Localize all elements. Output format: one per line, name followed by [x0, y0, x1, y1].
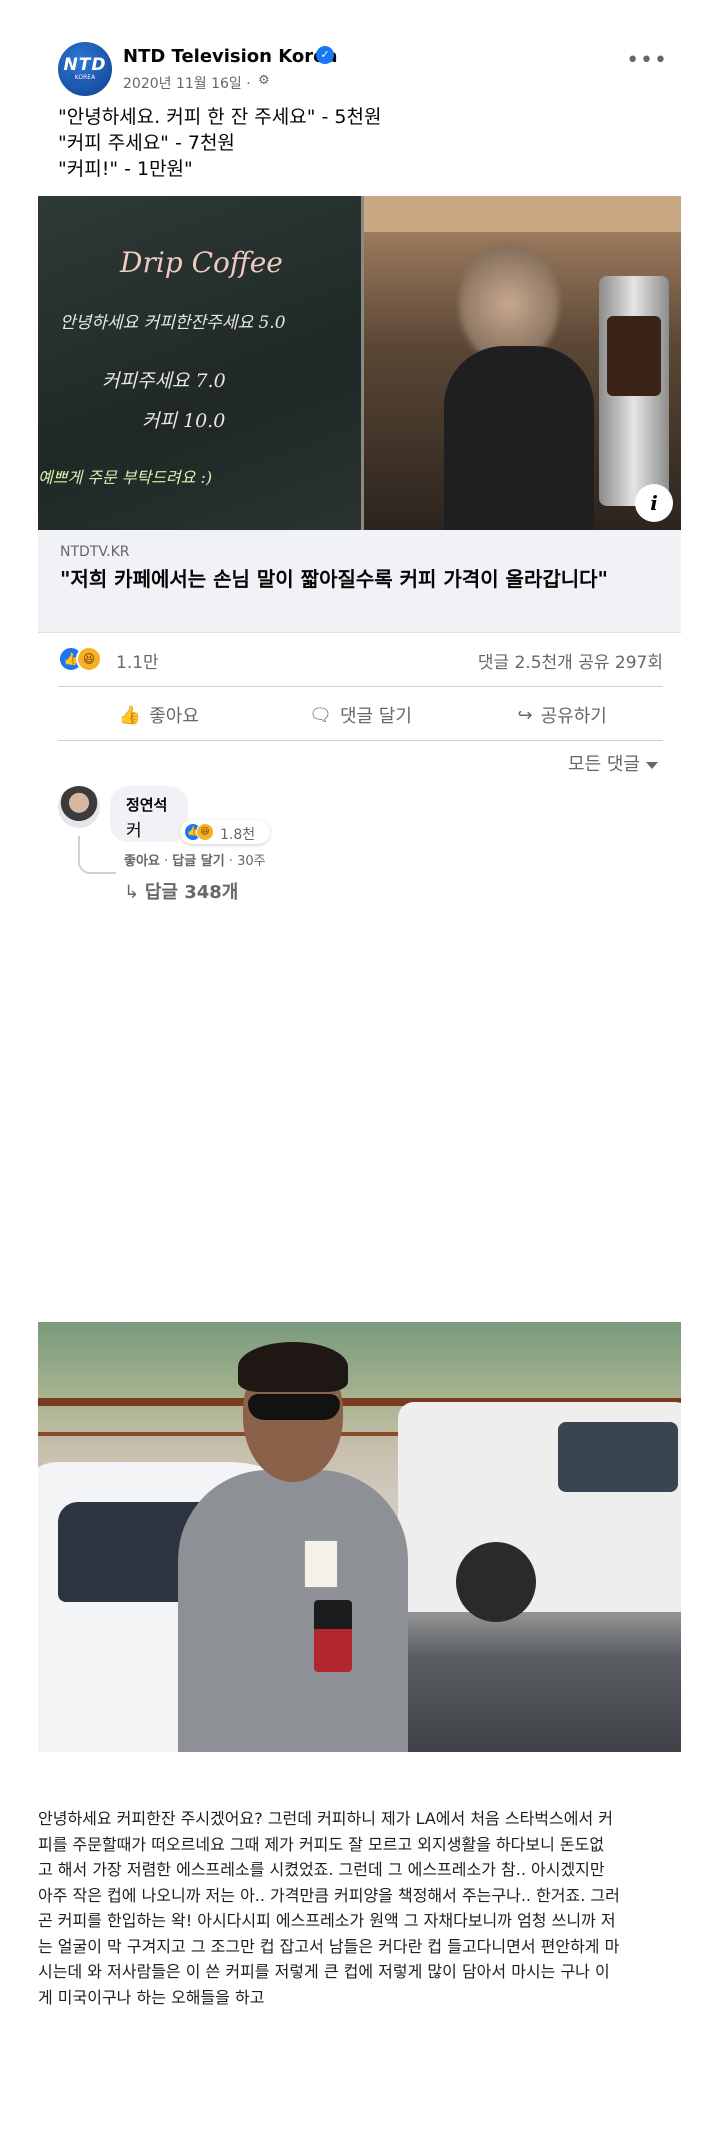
view-replies-link[interactable]: ↳ 답글 348개 — [124, 878, 238, 904]
barista-photo — [364, 196, 681, 530]
divider — [58, 686, 663, 687]
comment-author[interactable]: 정연석 — [126, 794, 167, 815]
post-header: NTD KOREA NTD Television Korea ✓ 2020년 1… — [58, 42, 668, 98]
replies-count: 답글 348개 — [144, 882, 239, 903]
post-text-line: "안녕하세요. 커피 한 잔 주세요" - 5천원 — [58, 106, 382, 128]
story-line: 게 미국이구나 하는 오해들을 하고 — [38, 1987, 265, 2007]
haha-reaction-icon: 😆 — [76, 646, 102, 672]
comment-reaction-count: 1.8천 — [220, 827, 256, 843]
post-text-line: "커피!" - 1만원" — [58, 158, 193, 180]
story-text: 안녕하세요 커피한잔 주시겠어요? 그런데 커피하니 제가 LA에서 처음 스타… — [38, 1806, 684, 2010]
reaction-count[interactable]: 1.1만 — [116, 648, 159, 673]
comments-filter-dropdown[interactable]: 모든 댓글 — [568, 750, 658, 776]
thread-line — [78, 836, 116, 874]
comment-label: 댓글 달기 — [339, 706, 412, 727]
story-line: 피를 주문할때가 떠오르네요 그때 제가 커피도 잘 모르고 외지생활을 하다보… — [38, 1834, 605, 1854]
comment-reply-link[interactable]: 답글 달기 — [172, 854, 224, 869]
truck-window — [558, 1422, 678, 1492]
post-image[interactable]: Drip Coffee 안녕하세요 커피한잔주세요 5.0 커피주세요 7.0 … — [38, 196, 681, 530]
comment-bubble-icon: 🗨 — [309, 704, 332, 726]
page-name[interactable]: NTD Television Korea — [123, 46, 338, 67]
post-text-line: "커피 주세요" - 7천원 — [58, 132, 235, 154]
comment-bubble: 정연석 커 — [110, 786, 188, 842]
story-line: 고 해서 가장 저렴한 에스프레소를 시켰었죠. 그런데 그 에스프레소가 참.… — [38, 1860, 605, 1879]
more-options-button[interactable]: ••• — [626, 48, 668, 73]
comment-time[interactable]: 30주 — [237, 854, 266, 869]
info-icon[interactable]: i — [635, 484, 673, 522]
post-date[interactable]: 2020년 11월 16일 · — [123, 73, 251, 93]
truck-wheel — [456, 1542, 536, 1622]
man-hair — [238, 1342, 348, 1392]
comments-filter-label: 모든 댓글 — [568, 754, 640, 775]
avatar-logo-text: NTD — [63, 55, 107, 75]
page-avatar[interactable]: NTD KOREA — [58, 42, 112, 96]
like-button[interactable]: 👍 좋아요 — [58, 693, 260, 737]
reply-arrow-icon: ↳ — [124, 882, 140, 903]
story-line: 아주 작은 컵에 나오니까 저는 아.. 가격만큼 커피양을 책정해서 주는구나… — [38, 1885, 620, 1905]
link-preview[interactable]: NTDTV.KR "저희 카페에서는 손님 말이 짧아질수록 커피 가격이 올라… — [38, 530, 681, 633]
chalkboard-line: 안녕하세요 커피한잔주세요 5.0 — [60, 313, 286, 333]
man-body — [178, 1470, 408, 1752]
story-line: 곤 커피를 한입하는 왁! 아시다시피 에스프레소가 원액 그 자채다보니까 엄… — [38, 1911, 616, 1930]
like-label: 좋아요 — [149, 706, 199, 727]
chalkboard-line: 예쁘게 주문 부탁드려요 :) — [38, 468, 213, 487]
thumbs-up-icon: 👍 — [118, 704, 142, 726]
coffee-cup — [314, 1600, 352, 1672]
share-label: 공유하기 — [540, 706, 607, 727]
chalkboard-line: 커피주세요 7.0 — [102, 370, 226, 392]
lanyard-badge — [304, 1540, 338, 1588]
verified-badge-icon: ✓ — [316, 46, 334, 64]
chalkboard-line: 커피 10.0 — [142, 410, 226, 432]
post-text: "안녕하세요. 커피 한 잔 주세요" - 5천원 "커피 주세요" - 7천원… — [58, 104, 381, 182]
chalkboard-menu: Drip Coffee 안녕하세요 커피한잔주세요 5.0 커피주세요 7.0 … — [38, 196, 361, 530]
commenter-avatar[interactable] — [58, 786, 100, 828]
comment-text: 커 — [126, 821, 142, 841]
avatar-logo-subtext: KOREA — [70, 74, 100, 82]
haha-reaction-icon: 😆 — [196, 823, 214, 841]
link-title[interactable]: "저희 카페에서는 손님 말이 짧아질수록 커피 가격이 올라갑니다" — [60, 566, 670, 593]
comment-like-link[interactable]: 좋아요 — [124, 854, 160, 869]
comment-reactions[interactable]: 👍 😆 1.8천 — [180, 820, 270, 844]
link-domain: NTDTV.KR — [60, 544, 130, 560]
caret-down-icon — [646, 761, 658, 769]
comment-button[interactable]: 🗨 댓글 달기 — [260, 693, 462, 737]
man-with-coffee-photo — [38, 1322, 681, 1752]
coffee-beans — [607, 316, 661, 396]
comments-shares-count[interactable]: 댓글 2.5천개 공유 297회 — [478, 648, 663, 673]
story-line: 시는데 와 저사람들은 이 쓴 커피를 저렇게 큰 컵에 저렇게 많이 담아서 … — [38, 1962, 610, 1981]
chalkboard-title: Drip Coffee — [120, 246, 283, 279]
share-arrow-icon: ↪ — [517, 704, 533, 726]
share-button[interactable]: ↪ 공유하기 — [461, 693, 663, 737]
barista-body — [444, 346, 594, 530]
divider — [58, 740, 663, 741]
sunglasses — [248, 1394, 340, 1420]
story-line: 안녕하세요 커피한잔 주시겠어요? 그런데 커피하니 제가 LA에서 처음 스타… — [38, 1809, 613, 1828]
gear-icon: ⚙ — [258, 73, 270, 88]
action-bar: 👍 좋아요 🗨 댓글 달기 ↪ 공유하기 — [58, 693, 663, 737]
story-line: 는 얼굴이 막 구겨지고 그 조그만 컵 잡고서 남들은 커다란 컵 들고다니면… — [38, 1936, 620, 1956]
shelf — [364, 196, 681, 232]
post-stats: 👍 😆 1.1만 댓글 2.5천개 공유 297회 — [58, 640, 663, 680]
comment-meta: 좋아요 · 답글 달기 · 30주 — [124, 854, 266, 869]
